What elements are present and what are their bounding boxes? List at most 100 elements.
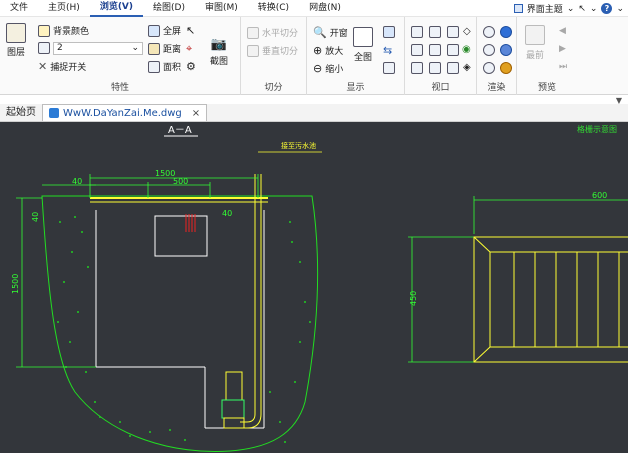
- layer-stack-icon: [38, 42, 50, 54]
- menu-right-tools: 界面主题 ⌄ ↖ ⌄ ? ⌄: [513, 0, 624, 17]
- view-bottom-button[interactable]: [429, 44, 441, 56]
- fullscreen-button[interactable]: 全屏: [148, 24, 181, 37]
- zoom-window-icon: 🔍: [313, 26, 327, 39]
- menu-review[interactable]: 审图(M): [195, 0, 248, 17]
- full-view-button[interactable]: 全图: [353, 27, 373, 63]
- dim-inner-gap: 40: [222, 209, 232, 218]
- theme-grid-icon[interactable]: [513, 4, 523, 13]
- diamond-icon: ◈: [463, 62, 471, 73]
- dim-left-offset: 40: [72, 177, 82, 186]
- group-label-viewport: 视口: [431, 83, 450, 93]
- grate-bars: [185, 214, 196, 232]
- gear-icon: ⚙: [186, 60, 196, 73]
- latest-button[interactable]: 最前: [525, 25, 545, 61]
- palette-icon: [38, 24, 50, 37]
- shaded-sphere-icon: [500, 44, 512, 56]
- measure-button[interactable]: ⌖: [186, 42, 192, 56]
- zoom-out-button[interactable]: ⊖ 缩小: [313, 62, 343, 75]
- render-edge-button[interactable]: [483, 62, 495, 74]
- help-icon[interactable]: ?: [601, 3, 613, 14]
- screenshot-label: 截图: [210, 57, 229, 67]
- fullscreen-icon: [148, 24, 160, 37]
- pan-button[interactable]: [383, 26, 395, 38]
- snap-toggle[interactable]: ✕ 捕捉开关: [38, 60, 86, 73]
- view-front-button[interactable]: [411, 26, 423, 38]
- menu-draw[interactable]: 绘图(D): [143, 0, 195, 17]
- view-iso2-button[interactable]: [411, 62, 423, 74]
- open-window-button[interactable]: 🔍 开窗: [313, 26, 348, 39]
- zoom-in-button[interactable]: ⊕ 放大: [313, 44, 343, 57]
- cursor-icon: ↖: [186, 24, 196, 37]
- distance-button[interactable]: 距离: [148, 42, 181, 55]
- v-split-icon: [247, 44, 259, 57]
- menu-file[interactable]: 文件: [0, 0, 38, 17]
- render-solid-button[interactable]: [500, 26, 512, 38]
- full-view-label: 全图: [353, 53, 372, 63]
- wireframe-sphere-icon: [483, 26, 495, 38]
- view-back-button[interactable]: [411, 44, 423, 56]
- close-icon[interactable]: ×: [192, 105, 200, 122]
- preview-frame-icon: [525, 25, 545, 45]
- latest-label: 最前: [525, 51, 544, 61]
- drawing-canvas[interactable]: A－A 格栅示意图 接至污水池 1500 500 40 40 40 1500 6…: [0, 122, 628, 453]
- dim-right-width: 600: [592, 191, 607, 200]
- view-right-button[interactable]: [447, 26, 459, 38]
- snap-label: 捕捉开关: [50, 63, 87, 73]
- dim-top-inner: 500: [173, 177, 188, 186]
- settings-button[interactable]: ⚙: [186, 60, 196, 73]
- bgcolor-label: 背景颜色: [53, 27, 90, 37]
- select-cursor-button[interactable]: ↖: [186, 24, 195, 37]
- zoom-out-icon: ⊖: [313, 62, 323, 75]
- zoom-out-label: 缩小: [325, 65, 344, 75]
- measure-icon: ⌖: [186, 42, 193, 55]
- menu-view[interactable]: 浏览(V): [89, 0, 144, 17]
- cube-iso-icon: [411, 62, 423, 74]
- area-button[interactable]: 面积: [148, 60, 181, 73]
- render-hidden-button[interactable]: [483, 44, 495, 56]
- theme-label[interactable]: 界面主题: [527, 2, 563, 15]
- dim-wall-depth: 40: [31, 212, 40, 222]
- tab-dwg-file[interactable]: WwW.DaYanZai.Me.dwg ×: [42, 104, 208, 122]
- view-top-button[interactable]: [429, 26, 441, 38]
- edge-sphere-icon: [483, 62, 495, 74]
- render-material-button[interactable]: [500, 62, 512, 74]
- bgcolor-button[interactable]: 背景颜色: [38, 24, 89, 37]
- render-shade-button[interactable]: [500, 44, 512, 56]
- view-eye-button[interactable]: ◉: [462, 44, 471, 55]
- tab-start[interactable]: 起始页: [0, 104, 42, 121]
- grid-view-button[interactable]: [383, 62, 395, 74]
- chevron-down-icon[interactable]: ⌄: [590, 4, 598, 14]
- menu-convert[interactable]: 转换(C): [248, 0, 299, 17]
- chevron-down-icon: ⌄: [131, 43, 139, 53]
- next-button[interactable]: ▶: [559, 44, 566, 54]
- group-preview: 最前 ◀ ▶ ⏭ 预览: [517, 17, 577, 95]
- screenshot-button[interactable]: 📷 截图: [210, 37, 228, 67]
- render-wire-button[interactable]: [483, 26, 495, 38]
- pan-icon: [383, 26, 395, 38]
- cube-iso-alt-icon: [429, 62, 441, 74]
- view-iso5-button[interactable]: ◈: [463, 62, 471, 73]
- v-split-button[interactable]: 垂直切分: [247, 44, 298, 57]
- layer-select-value: 2: [57, 43, 63, 53]
- chevron-down-icon[interactable]: ⌄: [567, 4, 575, 14]
- prev-button[interactable]: ◀: [559, 26, 566, 36]
- menu-cloud[interactable]: 网盘(N): [299, 0, 351, 17]
- right-title: 格栅示意图: [577, 124, 617, 134]
- menu-home[interactable]: 主页(H): [38, 0, 90, 17]
- hidden-sphere-icon: [483, 44, 495, 56]
- group-label-display: 显示: [346, 83, 365, 93]
- view-iso3-button[interactable]: [429, 62, 441, 74]
- cursor-icon[interactable]: ↖: [578, 4, 586, 14]
- refresh-button[interactable]: ⇆: [383, 44, 392, 57]
- cube-front-icon: [411, 26, 423, 38]
- view-iso4-button[interactable]: [447, 62, 459, 74]
- view-left-button[interactable]: [447, 44, 459, 56]
- layer-button[interactable]: 图层: [6, 23, 26, 58]
- view-iso1-button[interactable]: ◇: [463, 26, 471, 37]
- chevron-down-icon[interactable]: ⌄: [616, 4, 624, 14]
- open-window-label: 开窗: [329, 29, 348, 39]
- layer-select[interactable]: 2 ⌄: [53, 42, 143, 55]
- grate-plan: [408, 196, 628, 363]
- last-button[interactable]: ⏭: [559, 62, 567, 72]
- h-split-button[interactable]: 水平切分: [247, 26, 298, 39]
